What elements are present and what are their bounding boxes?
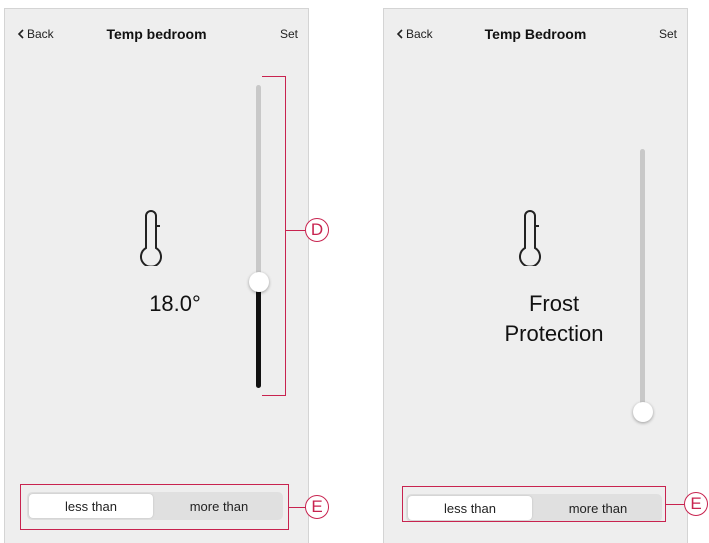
phone-screen-temp-bedroom-frost: Back Temp Bedroom Set Frost Protection l… <box>383 8 688 543</box>
callout-leader-line <box>289 507 305 508</box>
callout-box-segment-right <box>402 486 666 522</box>
page-title: Temp bedroom <box>106 26 207 42</box>
mode-label-line2: Protection <box>504 321 604 346</box>
callout-bracket-slider <box>262 76 286 396</box>
callout-leader-line <box>666 504 684 505</box>
set-button[interactable]: Set <box>659 27 677 41</box>
temperature-value: 18.0° <box>149 291 201 316</box>
callout-label-e: E <box>684 492 708 516</box>
callout-leader-line <box>286 230 305 231</box>
callout-label-d: D <box>305 218 329 242</box>
slider-fill <box>256 281 261 388</box>
nav-bar: Back Temp bedroom Set <box>5 9 308 59</box>
mode-label-line1: Frost <box>528 291 580 316</box>
nav-bar: Back Temp Bedroom Set <box>384 9 687 59</box>
thermometer-icon <box>140 210 162 266</box>
page-title: Temp Bedroom <box>484 26 587 42</box>
slider-track[interactable] <box>640 149 645 412</box>
slider-thumb[interactable] <box>633 402 653 422</box>
mode-label: Frost Protection <box>474 289 634 349</box>
callout-box-segment-left <box>20 484 289 530</box>
callout-label-e: E <box>305 495 329 519</box>
thermometer-icon <box>519 210 541 266</box>
set-button[interactable]: Set <box>280 27 298 41</box>
